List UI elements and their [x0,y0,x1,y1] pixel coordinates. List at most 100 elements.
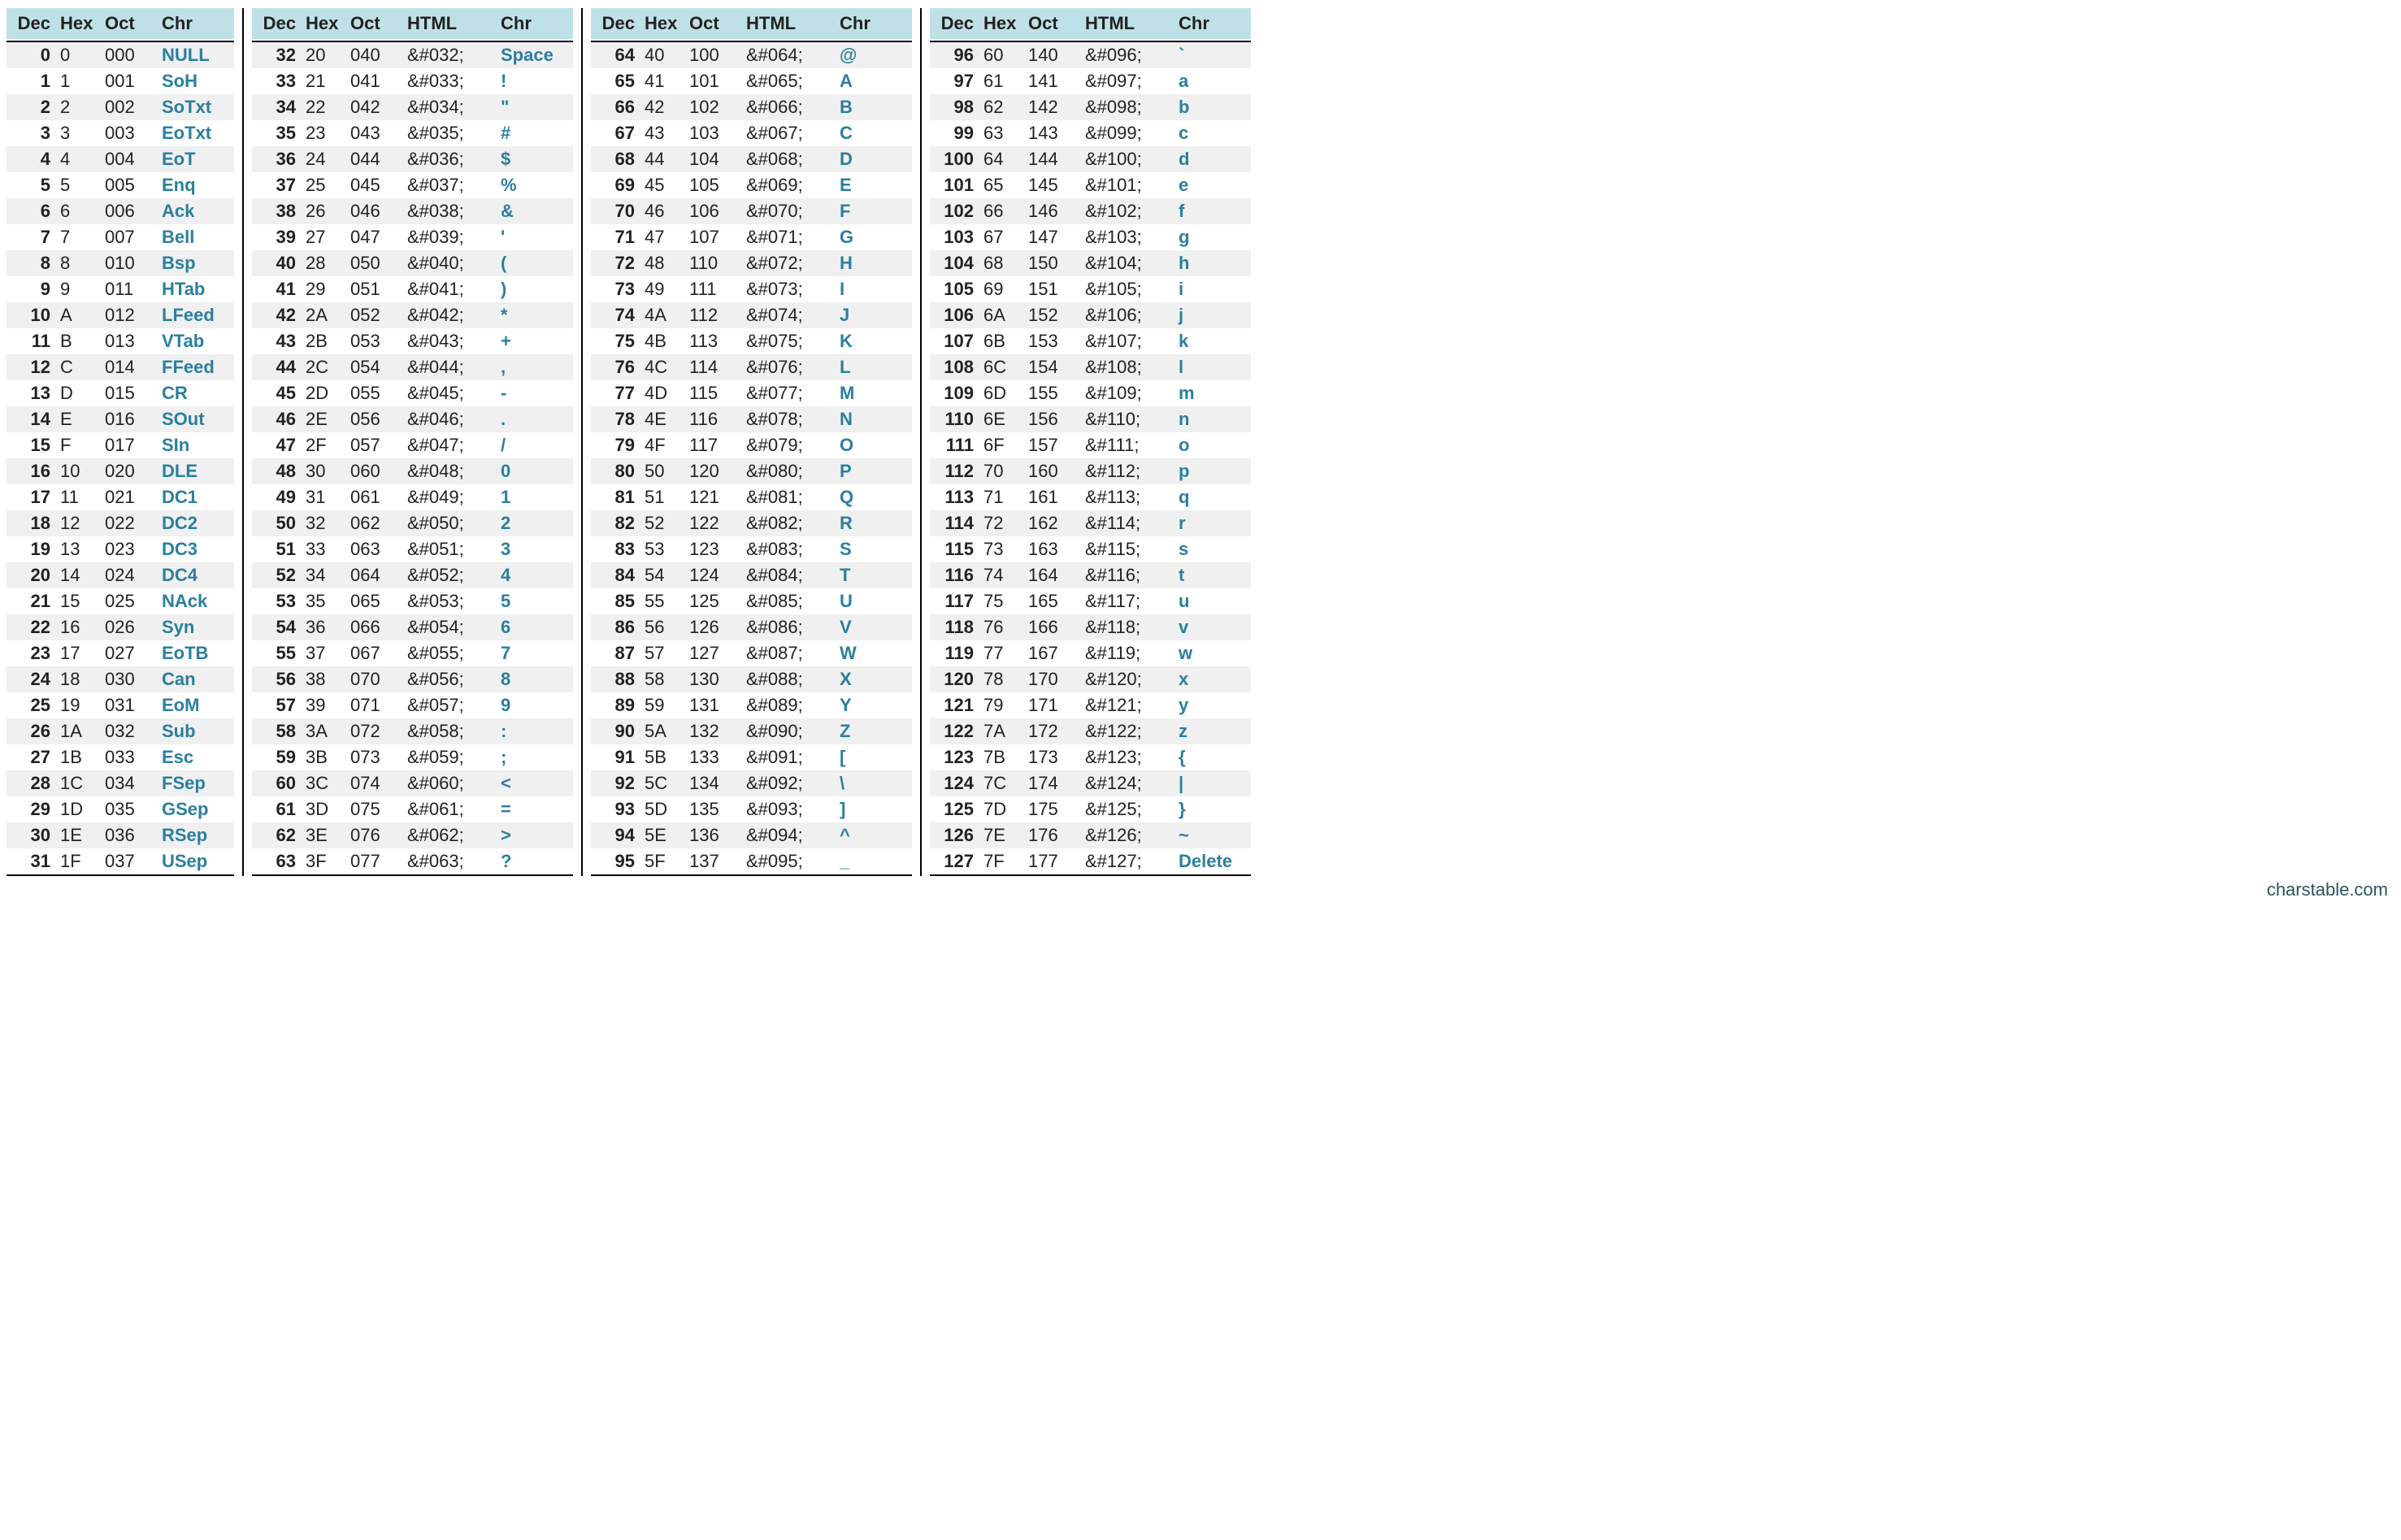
cell-oct: 005 [100,172,157,198]
cell-chr: NAck [157,588,234,614]
cell-dec: 23 [7,640,55,666]
cell-chr: - [496,380,573,406]
cell-dec: 27 [7,744,55,770]
cell-html: &#095; [741,848,835,874]
cell-html: &#105; [1080,276,1174,302]
cell-hex: B [55,328,100,354]
cell-chr: l [1174,354,1251,380]
table-row: 1247C174&#124;| [930,770,1251,796]
cell-dec: 18 [7,510,55,536]
cell-html: &#052; [402,562,496,588]
cell-hex: 20 [301,42,345,68]
cell-chr: Y [835,692,912,718]
cell-dec: 14 [7,406,55,432]
cell-hex: 65 [979,172,1023,198]
cell-html: &#043; [402,328,496,354]
cell-dec: 8 [7,250,55,276]
cell-dec: 61 [252,796,301,822]
cell-hex: 5F [640,848,684,874]
cell-oct: 161 [1023,484,1080,510]
cell-hex: 43 [640,120,684,146]
table-row: 10A012LFeed [7,302,234,328]
cell-html: &#098; [1080,94,1174,120]
cell-html: &#101; [1080,172,1174,198]
cell-hex: 8 [55,250,100,276]
cell-oct: 014 [100,354,157,380]
cell-dec: 42 [252,302,301,328]
cell-hex: 1A [55,718,100,744]
table-row: 1711021DC1 [7,484,234,510]
cell-hex: 7D [979,796,1023,822]
table-row: 12C014FFeed [7,354,234,380]
cell-html: &#102; [1080,198,1174,224]
table-row: 8353123&#083;S [591,536,912,562]
cell-dec: 63 [252,848,301,874]
cell-chr: 9 [496,692,573,718]
cell-hex: 7B [979,744,1023,770]
cell-html: &#096; [1080,42,1174,68]
table-row: 1277F177&#127;Delete [930,848,1251,874]
cell-dec: 85 [591,588,640,614]
table-row: 6945105&#069;E [591,172,912,198]
cell-dec: 105 [930,276,979,302]
cell-oct: 146 [1023,198,1080,224]
cell-hex: 6F [979,432,1023,458]
cell-hex: 6B [979,328,1023,354]
cell-html: &#119; [1080,640,1174,666]
cell-dec: 15 [7,432,55,458]
cell-oct: 177 [1023,848,1080,874]
cell-chr: E [835,172,912,198]
cell-chr: w [1174,640,1251,666]
cell-hex: 56 [640,614,684,640]
cell-html: &#123; [1080,744,1174,770]
table-row: 613D075&#061;= [252,796,573,822]
header-html: HTML [1080,8,1174,39]
cell-html: &#050; [402,510,496,536]
cell-oct: 147 [1023,224,1080,250]
cell-chr: u [1174,588,1251,614]
cell-oct: 061 [345,484,402,510]
cell-dec: 75 [591,328,640,354]
cell-dec: 111 [930,432,979,458]
cell-hex: 7 [55,224,100,250]
cell-html: &#103; [1080,224,1174,250]
cell-hex: 44 [640,146,684,172]
cell-chr: a [1174,68,1251,94]
cell-oct: 012 [100,302,157,328]
cell-hex: 55 [640,588,684,614]
cell-chr: ! [496,68,573,94]
cell-hex: 7F [979,848,1023,874]
cell-dec: 10 [7,302,55,328]
cell-oct: 073 [345,744,402,770]
cell-oct: 055 [345,380,402,406]
cell-oct: 127 [684,640,741,666]
cell-chr: O [835,432,912,458]
cell-html: &#092; [741,770,835,796]
cell-dec: 92 [591,770,640,796]
cell-chr: Sub [157,718,234,744]
cell-chr: v [1174,614,1251,640]
cell-oct: 126 [684,614,741,640]
cell-html: &#059; [402,744,496,770]
cell-hex: 6 [55,198,100,224]
cell-dec: 34 [252,94,301,120]
cell-html: &#055; [402,640,496,666]
cell-hex: 41 [640,68,684,94]
cell-hex: 7A [979,718,1023,744]
cell-chr: g [1174,224,1251,250]
cell-html: &#087; [741,640,835,666]
cell-chr: VTab [157,328,234,354]
cell-html: &#057; [402,692,496,718]
cell-oct: 023 [100,536,157,562]
table-row: 432B053&#043;+ [252,328,573,354]
cell-html: &#067; [741,120,835,146]
cell-hex: 2E [301,406,345,432]
cell-chr: Z [835,718,912,744]
cell-chr: . [496,406,573,432]
cell-chr: FFeed [157,354,234,380]
cell-dec: 40 [252,250,301,276]
cell-html: &#115; [1080,536,1174,562]
cell-html: &#044; [402,354,496,380]
table-row: 2519031EoM [7,692,234,718]
table-row: 3725045&#037;% [252,172,573,198]
